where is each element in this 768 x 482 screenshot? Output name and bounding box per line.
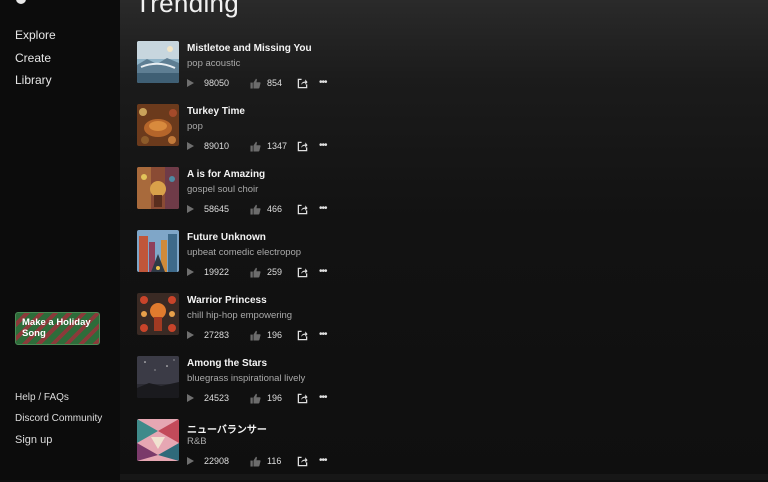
song-stats: 89010 1347 ••• — [187, 139, 327, 153]
player-bar — [120, 474, 768, 480]
play-icon[interactable] — [187, 142, 194, 150]
song-genre[interactable]: pop — [187, 121, 203, 132]
play-count: 24523 — [204, 393, 230, 403]
sidebar: Explore Create Library Make a Holiday So… — [0, 0, 120, 480]
song-cover-art[interactable] — [137, 356, 179, 398]
play-count: 22908 — [204, 456, 230, 466]
thumbs-up-icon[interactable] — [250, 456, 261, 467]
thumbs-up-icon[interactable] — [250, 393, 261, 404]
share-icon[interactable] — [297, 267, 308, 278]
share-icon[interactable] — [297, 393, 308, 404]
song-item[interactable]: Among the Stars bluegrass inspirational … — [137, 356, 467, 419]
song-item[interactable]: A is for Amazing gospel soul choir 58645… — [137, 167, 467, 230]
page-title: Trending — [135, 0, 240, 18]
play-icon[interactable] — [187, 331, 194, 339]
discord-community-link[interactable]: Discord Community — [15, 412, 102, 433]
play-count: 19922 — [204, 267, 230, 277]
make-holiday-song-button[interactable]: Make a Holiday Song — [15, 312, 100, 345]
play-icon[interactable] — [187, 205, 194, 213]
song-title[interactable]: Among the Stars — [187, 358, 267, 369]
play-count: 98050 — [204, 78, 230, 88]
sidebar-item-create[interactable]: Create — [15, 50, 56, 73]
sidebar-nav: Explore Create Library — [15, 27, 56, 95]
song-cover-art[interactable] — [137, 230, 179, 272]
play-count: 27283 — [204, 330, 230, 340]
play-icon[interactable] — [187, 79, 194, 87]
song-title[interactable]: A is for Amazing — [187, 169, 265, 180]
sidebar-item-library[interactable]: Library — [15, 72, 56, 95]
like-count: 1347 — [267, 141, 288, 151]
song-item[interactable]: Turkey Time pop 89010 1347 ••• — [137, 104, 467, 167]
like-count: 259 — [267, 267, 283, 277]
song-genre[interactable]: pop acoustic — [187, 58, 240, 69]
like-count: 116 — [267, 456, 282, 466]
song-genre[interactable]: gospel soul choir — [187, 184, 258, 195]
thumbs-up-icon[interactable] — [250, 267, 261, 278]
thumbs-up-icon[interactable] — [250, 141, 261, 152]
like-count: 854 — [267, 78, 283, 88]
song-cover-art[interactable] — [137, 293, 179, 335]
more-icon[interactable]: ••• — [319, 267, 327, 277]
song-stats: 58645 466 ••• — [187, 202, 327, 216]
song-title[interactable]: ニューバランサー — [187, 421, 267, 436]
thumbs-up-icon[interactable] — [250, 204, 261, 215]
share-icon[interactable] — [297, 204, 308, 215]
more-icon[interactable]: ••• — [319, 204, 327, 214]
song-stats: 24523 196 ••• — [187, 391, 327, 405]
song-stats: 19922 259 ••• — [187, 265, 327, 279]
song-stats: 98050 854 ••• — [187, 76, 327, 90]
play-count: 89010 — [204, 141, 230, 151]
song-genre[interactable]: R&B — [187, 436, 207, 447]
song-item[interactable]: Future Unknown upbeat comedic electropop… — [137, 230, 467, 293]
more-icon[interactable]: ••• — [319, 330, 327, 340]
like-count: 196 — [267, 330, 283, 340]
song-cover-art[interactable] — [137, 167, 179, 209]
sign-up-link[interactable]: Sign up — [15, 433, 102, 454]
logo-icon[interactable] — [16, 0, 26, 4]
like-count: 196 — [267, 393, 283, 403]
more-icon[interactable]: ••• — [319, 456, 327, 466]
trending-song-list: Mistletoe and Missing You pop acoustic 9… — [137, 41, 467, 482]
more-icon[interactable]: ••• — [319, 141, 327, 151]
sidebar-footer: Help / FAQs Discord Community Sign up — [15, 391, 102, 454]
song-stats: 22908 116 ••• — [187, 454, 327, 468]
thumbs-up-icon[interactable] — [250, 78, 261, 89]
song-cover-art[interactable] — [137, 104, 179, 146]
song-title[interactable]: Mistletoe and Missing You — [187, 43, 312, 54]
play-icon[interactable] — [187, 457, 194, 465]
play-icon[interactable] — [187, 268, 194, 276]
song-item[interactable]: Mistletoe and Missing You pop acoustic 9… — [137, 41, 467, 104]
share-icon[interactable] — [297, 330, 308, 341]
play-icon[interactable] — [187, 394, 194, 402]
song-genre[interactable]: chill hip-hop empowering — [187, 310, 292, 321]
song-cover-art[interactable] — [137, 419, 179, 461]
share-icon[interactable] — [297, 141, 308, 152]
song-item[interactable]: Warrior Princess chill hip-hop empowerin… — [137, 293, 467, 356]
share-icon[interactable] — [297, 456, 308, 467]
song-genre[interactable]: bluegrass inspirational lively — [187, 373, 305, 384]
play-count: 58645 — [204, 204, 230, 214]
help-faqs-link[interactable]: Help / FAQs — [15, 391, 102, 412]
song-genre[interactable]: upbeat comedic electropop — [187, 247, 301, 258]
song-item[interactable]: ニューバランサー R&B 22908 116 ••• — [137, 419, 467, 482]
more-icon[interactable]: ••• — [319, 393, 327, 403]
song-title[interactable]: Warrior Princess — [187, 295, 267, 306]
song-title[interactable]: Future Unknown — [187, 232, 266, 243]
like-count: 466 — [267, 204, 283, 214]
song-stats: 27283 196 ••• — [187, 328, 327, 342]
share-icon[interactable] — [297, 78, 308, 89]
thumbs-up-icon[interactable] — [250, 330, 261, 341]
song-cover-art[interactable] — [137, 41, 179, 83]
sidebar-item-explore[interactable]: Explore — [15, 27, 56, 50]
song-title[interactable]: Turkey Time — [187, 106, 245, 117]
more-icon[interactable]: ••• — [319, 78, 327, 88]
